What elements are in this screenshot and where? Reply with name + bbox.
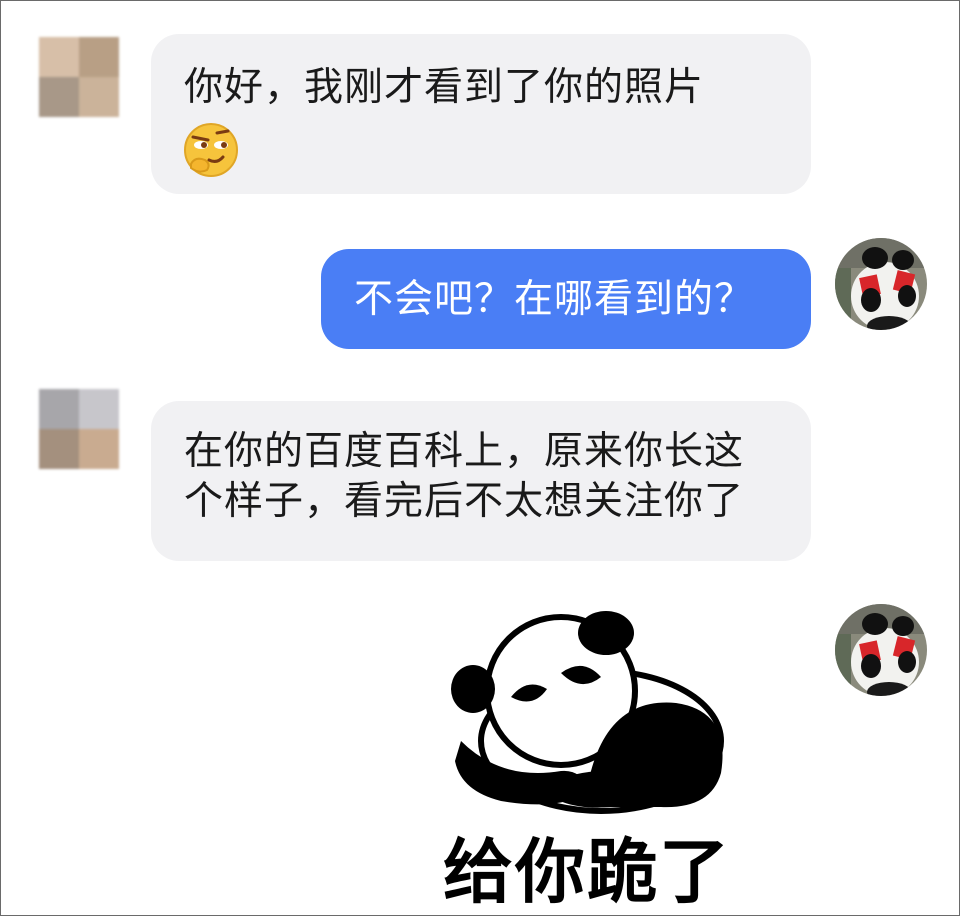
smirk-thinking-emoji-icon (181, 120, 241, 196)
message-bubble-incoming[interactable]: 在你的百度百科上，原来你长这 个样子，看完后不太想关注你了 (151, 401, 811, 561)
kneeling-panda-icon (451, 611, 724, 814)
panda-avatar-icon (835, 604, 927, 696)
my-avatar[interactable] (835, 604, 927, 696)
my-avatar[interactable] (835, 238, 927, 330)
message-text: 你好，我刚才看到了你的照片 (184, 65, 705, 110)
contact-avatar[interactable] (39, 389, 119, 469)
message-line: 在你的百度百科上，原来你长这 (184, 429, 745, 474)
message-text: 不会吧？在哪看到的？ (354, 277, 755, 322)
panda-avatar-icon (835, 238, 927, 330)
message-bubble-incoming[interactable]: 你好，我刚才看到了你的照片 (151, 34, 811, 194)
message-line: 个样子，看完后不太想关注你了 (184, 479, 745, 524)
sticker-caption: 给你跪了 (443, 831, 731, 913)
contact-avatar[interactable] (39, 37, 119, 117)
message-bubble-outgoing[interactable]: 不会吧？在哪看到的？ (321, 249, 811, 349)
chat-window: 你好，我刚才看到了你的照片 不会吧？在哪看到的？ 在你的百度百科上，原来你长这 … (0, 0, 960, 916)
kneeling-panda-sticker[interactable]: 给你跪了 (441, 611, 741, 913)
